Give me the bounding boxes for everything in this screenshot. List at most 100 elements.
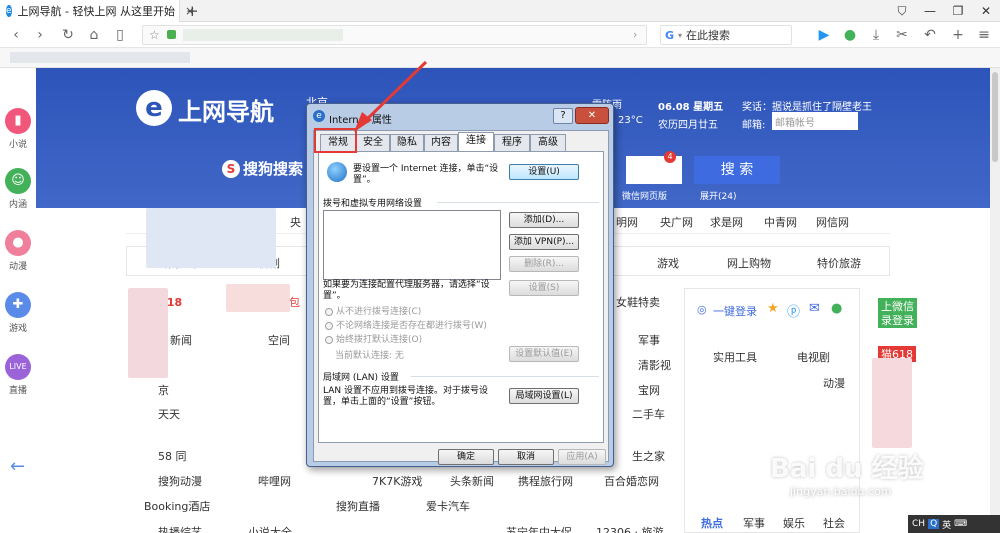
chat-icon[interactable]: ●: [831, 301, 842, 316]
language-indicator[interactable]: 英: [942, 518, 951, 531]
content-link[interactable]: 新闻: [170, 332, 192, 348]
content-link[interactable]: 热播综艺: [158, 524, 202, 533]
sidebar-item-anime[interactable]: ● 动漫: [3, 230, 33, 272]
content-link[interactable]: 宝网: [638, 382, 660, 398]
top-link[interactable]: 央: [290, 214, 301, 230]
content-link[interactable]: 头条新闻: [450, 473, 494, 489]
close-window-icon[interactable]: ✕: [972, 0, 1000, 22]
content-link[interactable]: 空间: [268, 332, 290, 348]
refresh-icon[interactable]: ↻: [58, 25, 78, 45]
collapse-arrow-icon[interactable]: ←: [10, 456, 25, 477]
content-link[interactable]: 搜狗直播: [336, 498, 380, 514]
expand-link[interactable]: 展开(24): [700, 189, 736, 202]
side-tab[interactable]: 娱乐: [783, 515, 805, 531]
side-tab[interactable]: 社会: [823, 515, 845, 531]
sidebar-item-games[interactable]: ✚ 游戏: [3, 292, 33, 334]
radio-never-dial[interactable]: 从不进行拨号连接(C): [325, 304, 421, 317]
lan-settings-button[interactable]: 局域网设置(L): [509, 388, 579, 404]
page-scrollbar[interactable]: [990, 68, 1000, 533]
radio-always-dial[interactable]: 始终拨打默认连接(O): [325, 332, 422, 345]
content-link[interactable]: 京: [158, 382, 169, 398]
cut-icon[interactable]: ✂: [892, 25, 912, 45]
site-brand[interactable]: 上网导航: [178, 92, 274, 127]
content-link[interactable]: 二手车: [632, 406, 665, 422]
remove-button[interactable]: 删除(R)...: [509, 256, 579, 272]
download-icon[interactable]: ⤓: [866, 25, 886, 45]
home-icon[interactable]: ⌂: [84, 25, 104, 45]
radio-dial-when-no-network[interactable]: 不论网络连接是否存在都进行拨号(W): [325, 318, 487, 331]
content-link[interactable]: 天天: [158, 406, 180, 422]
content-link[interactable]: 清影视: [638, 357, 671, 373]
search-engine-dropdown-icon[interactable]: ▾: [678, 31, 682, 40]
address-bar[interactable]: ☆ ›: [142, 25, 647, 45]
side-tab[interactable]: 军事: [743, 515, 765, 531]
help-button[interactable]: ?: [553, 108, 573, 124]
login-label[interactable]: 录登录: [878, 312, 917, 328]
sidebar-item-live[interactable]: LIVE 直播: [3, 354, 33, 396]
category-link[interactable]: 特价旅游: [817, 255, 861, 271]
top-link[interactable]: 网信网: [816, 214, 849, 230]
apply-button[interactable]: 应用(A): [558, 449, 606, 465]
ime-icon[interactable]: Q: [928, 519, 940, 529]
menu-icon[interactable]: ≡: [974, 25, 994, 45]
content-link[interactable]: 苏宁年中大促: [506, 524, 572, 533]
content-link[interactable]: Booking酒店: [144, 498, 210, 514]
content-link[interactable]: 12306 · 旅游: [596, 524, 663, 533]
set-default-button[interactable]: 设置默认值(E): [509, 346, 579, 362]
cancel-button[interactable]: 取消: [498, 449, 554, 465]
mail-icon[interactable]: ✉: [809, 301, 820, 316]
content-link[interactable]: 7K7K游戏: [372, 473, 422, 489]
category-link[interactable]: 网上购物: [727, 255, 771, 271]
ime-indicator[interactable]: CH: [912, 519, 925, 529]
search-engine-logo[interactable]: S 搜狗搜索: [222, 158, 303, 179]
tools-link[interactable]: 实用工具: [713, 349, 757, 365]
dialog-close-button[interactable]: ✕: [575, 107, 609, 124]
content-link[interactable]: 哔哩网: [258, 473, 291, 489]
skin-icon[interactable]: ⛉: [888, 0, 916, 22]
content-link[interactable]: 爱卡汽车: [426, 498, 470, 514]
p-icon[interactable]: ⓟ: [787, 301, 800, 320]
settings-button[interactable]: 设置(S): [509, 280, 579, 296]
forward-icon[interactable]: ›: [30, 25, 50, 45]
tray-icon[interactable]: ⌨: [954, 519, 967, 529]
minimize-icon[interactable]: —: [916, 0, 944, 22]
sidebar-item-humor[interactable]: ☺ 内涵: [3, 168, 33, 210]
favorite-icon[interactable]: ★: [767, 301, 779, 316]
back-icon[interactable]: ‹: [6, 25, 26, 45]
tab-connections[interactable]: 连接: [458, 132, 494, 152]
content-link[interactable]: 小说大全: [248, 524, 292, 533]
new-tab-button[interactable]: +: [186, 2, 199, 20]
category-link[interactable]: 游戏: [657, 255, 679, 271]
side-tab[interactable]: 热点: [701, 515, 723, 531]
tv-link[interactable]: 电视剧: [797, 349, 830, 365]
browser-tab-active[interactable]: e 上网导航 - 轻快上网 从这里开始 ×: [0, 0, 195, 22]
connections-list[interactable]: [323, 210, 501, 280]
reader-icon[interactable]: ▯: [110, 25, 130, 45]
top-link[interactable]: 明网: [616, 214, 638, 230]
top-link[interactable]: 中青网: [764, 214, 797, 230]
address-chevron-icon[interactable]: ›: [633, 28, 637, 41]
email-field[interactable]: 邮箱帐号: [772, 112, 858, 130]
tab-programs[interactable]: 程序: [494, 134, 530, 151]
weixin-link[interactable]: 微信网页版: [622, 189, 667, 202]
main-search-button[interactable]: 搜 索: [694, 156, 780, 184]
content-link[interactable]: 携程旅行网: [518, 473, 573, 489]
add-button[interactable]: 添加(D)...: [509, 212, 579, 228]
content-link[interactable]: 生之家: [632, 448, 665, 464]
anime-link[interactable]: 动漫: [823, 375, 845, 391]
sidebar-item-novel[interactable]: ▮ 小说: [3, 108, 33, 150]
video-icon[interactable]: ▶: [814, 25, 834, 45]
undo-icon[interactable]: ↶: [920, 25, 940, 45]
wechat-icon[interactable]: ●: [840, 25, 860, 45]
top-link[interactable]: 央广网: [660, 214, 693, 230]
search-box[interactable]: G ▾ 在此搜索: [660, 25, 792, 45]
content-link[interactable]: 搜狗动漫: [158, 473, 202, 489]
content-link[interactable]: 百合婚恋网: [604, 473, 659, 489]
restore-icon[interactable]: ❐: [944, 0, 972, 22]
setup-button[interactable]: 设置(U): [509, 164, 579, 180]
add-vpn-button[interactable]: 添加 VPN(P)...: [509, 234, 579, 250]
tab-advanced[interactable]: 高级: [530, 134, 566, 151]
search-engine-icon[interactable]: G: [665, 29, 674, 42]
top-link[interactable]: 求是网: [710, 214, 743, 230]
shoes-link[interactable]: 女鞋特卖: [616, 294, 660, 310]
